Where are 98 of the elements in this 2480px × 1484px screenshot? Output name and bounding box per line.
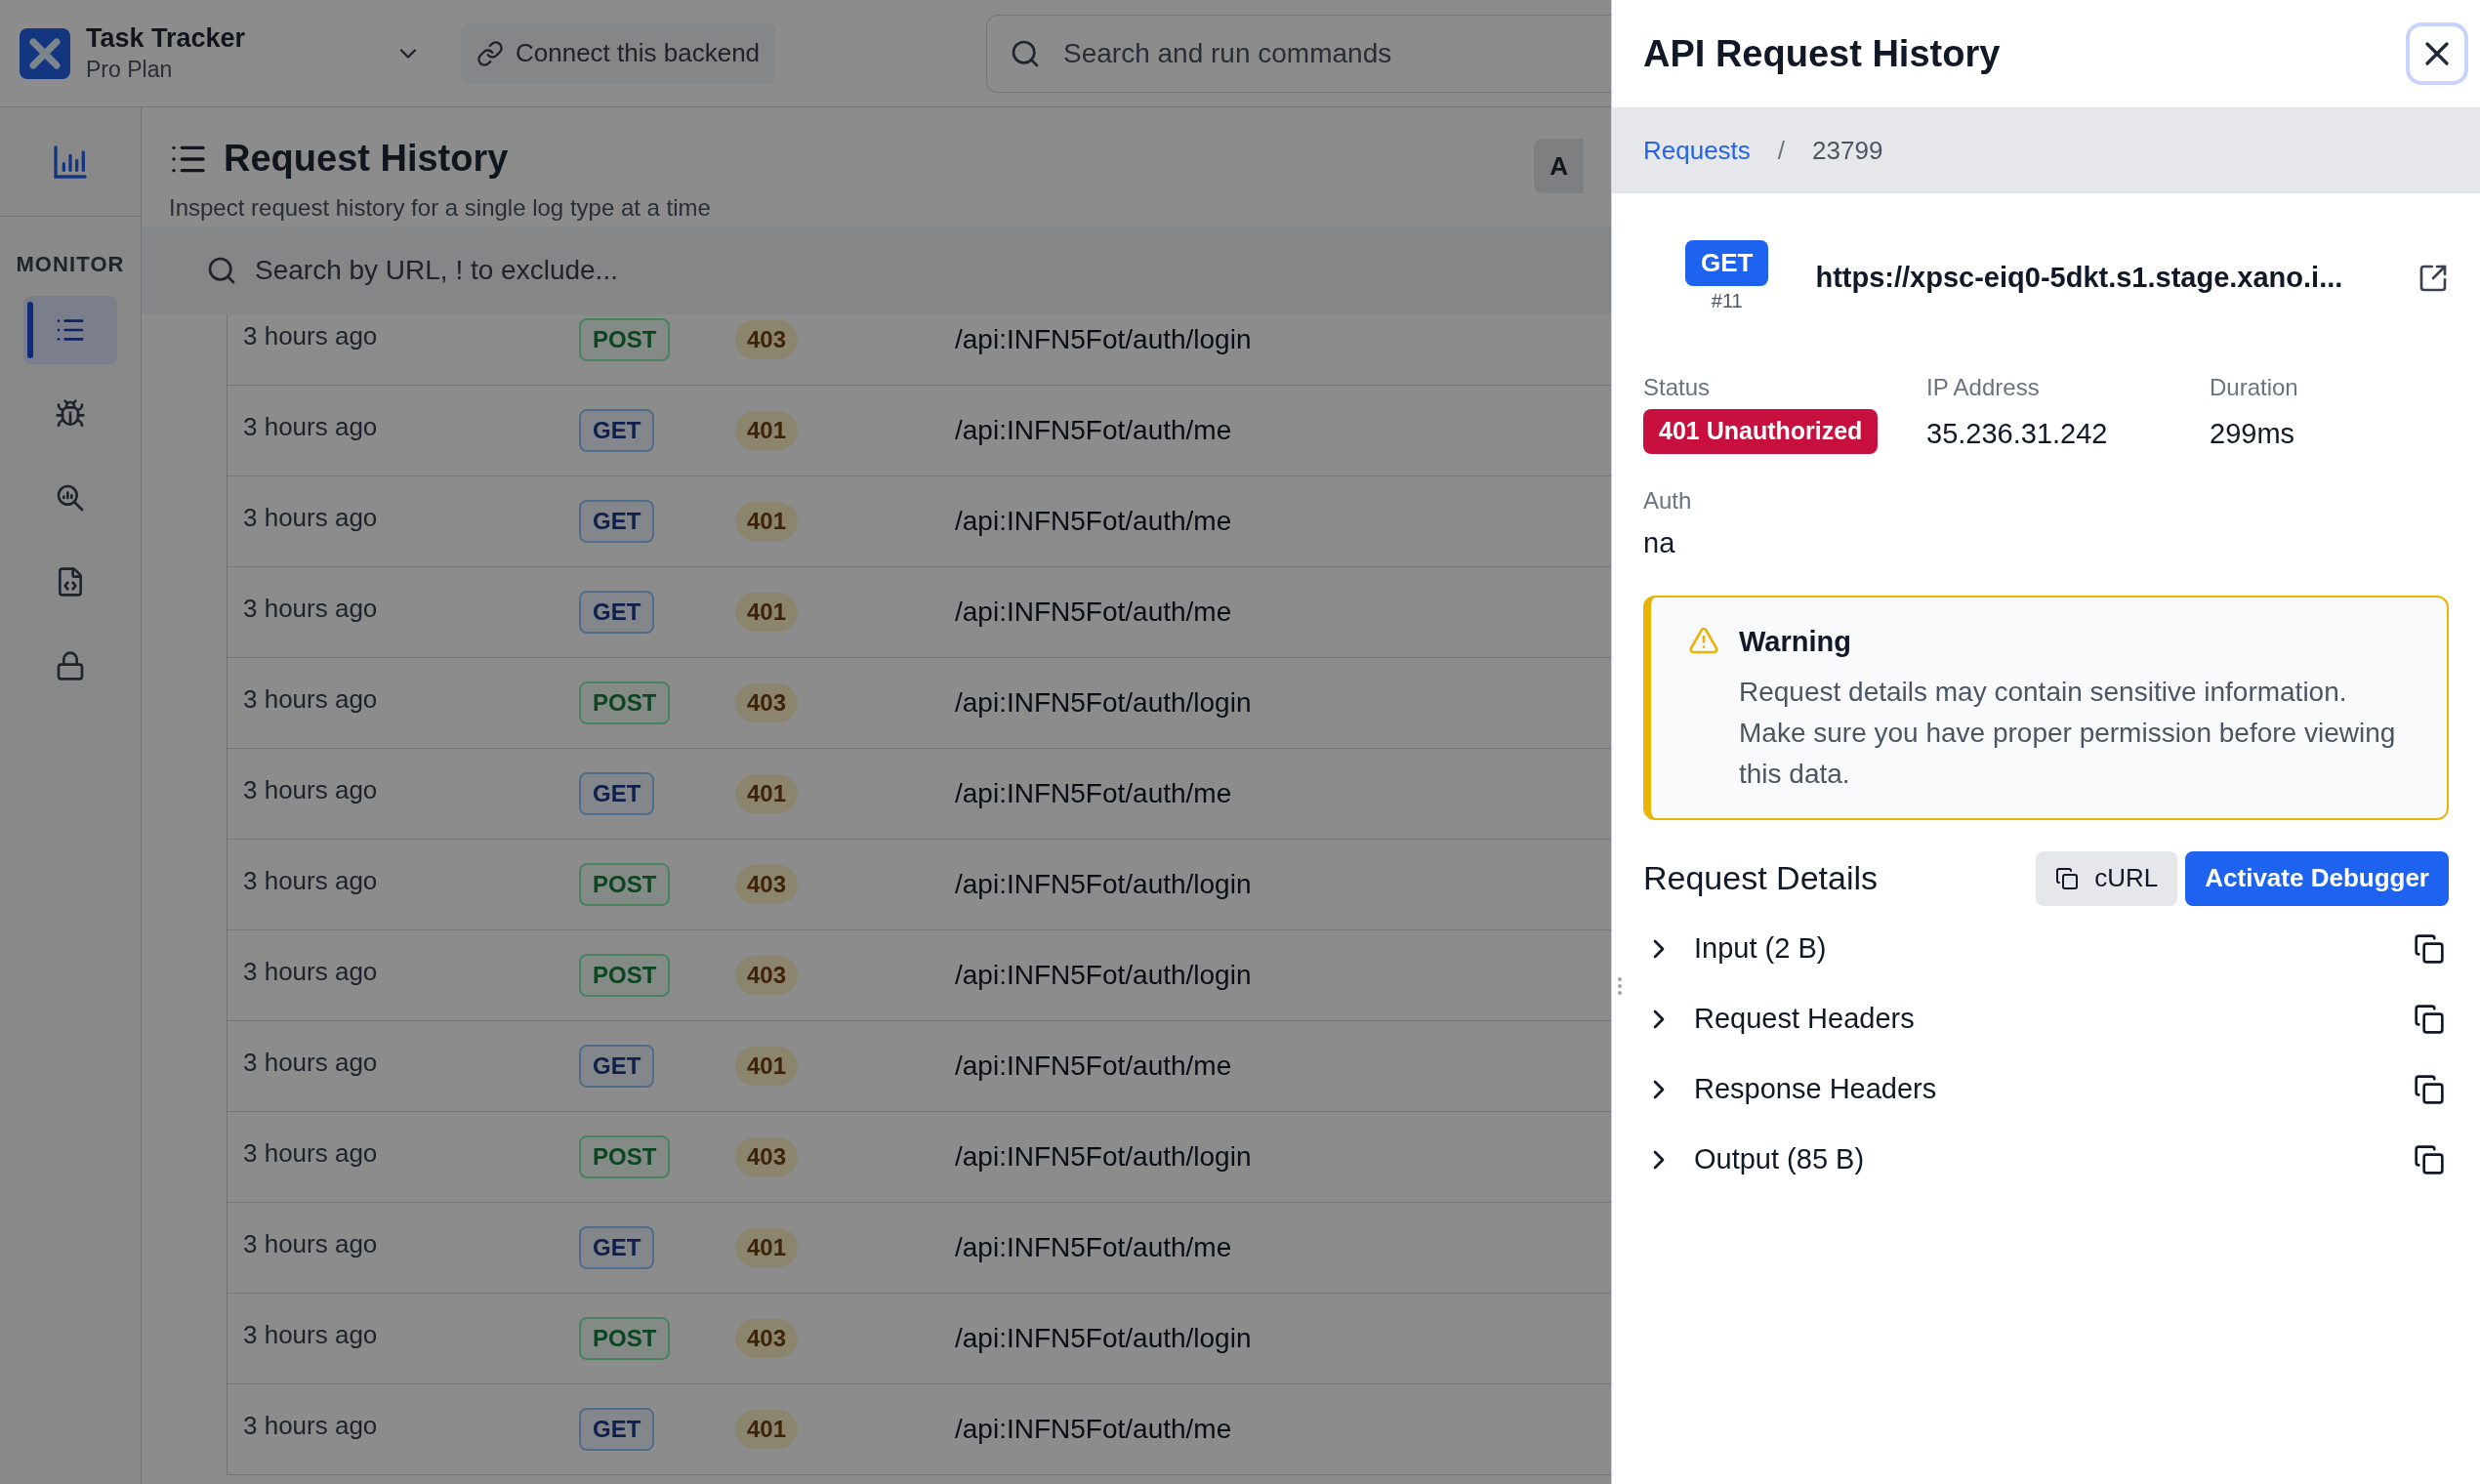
- panel-title: API Request History: [1643, 31, 2001, 76]
- status-code: 401: [735, 1047, 799, 1086]
- field-value: na: [1643, 525, 1676, 560]
- inspect-icon: [55, 482, 86, 514]
- path-cell-text: /api:INFN5Fot/auth/login: [955, 323, 1252, 356]
- search-icon: [206, 255, 237, 286]
- path-cell-text: /api:INFN5Fot/auth/me: [955, 777, 1232, 810]
- copy-icon[interactable]: [2414, 1073, 2445, 1105]
- app-name: Task Tracker: [86, 22, 247, 56]
- status-code: 401: [735, 1228, 799, 1267]
- path-cell-text: /api:INFN5Fot/auth/me: [955, 1231, 1232, 1264]
- page-title: Request History: [224, 137, 509, 181]
- time-cell-text: 3 hours ago: [242, 319, 379, 352]
- time-cell-text: 3 hours ago: [242, 592, 379, 625]
- time-cell-text: 3 hours ago: [242, 1227, 379, 1260]
- copy-icon[interactable]: [2414, 1143, 2445, 1175]
- request-number: #11: [1711, 289, 1743, 313]
- status-code: 403: [735, 320, 799, 359]
- section-toggle[interactable]: Response Headers: [1643, 1067, 1937, 1111]
- page-subtitle: Inspect request history for a single log type at a time: [169, 193, 712, 223]
- method-tag: POST: [579, 863, 671, 906]
- section-label: MONITOR: [16, 251, 125, 278]
- path-cell-text: /api:INFN5Fot/auth/me: [955, 1050, 1232, 1083]
- status-code: 401: [735, 1410, 799, 1449]
- time-cell-text: 3 hours ago: [242, 1136, 379, 1170]
- path-cell-text: /api:INFN5Fot/auth/me: [955, 1413, 1232, 1446]
- method-tag: GET: [579, 1045, 655, 1088]
- time-cell-text: 3 hours ago: [242, 682, 379, 716]
- breadcrumb-separator: /: [1777, 134, 1786, 167]
- warning-icon: [1688, 625, 1719, 656]
- path-cell-text: /api:INFN5Fot/auth/login: [955, 868, 1252, 901]
- method-tag: POST: [579, 1135, 671, 1178]
- method-tag: POST: [579, 1317, 671, 1360]
- warning-title: Warning: [1739, 625, 1852, 659]
- request-url: https://xpsc-eiq0-5dkt.s1.stage.xano.i...: [1815, 260, 2344, 295]
- field-label: Duration: [2210, 373, 2299, 402]
- sidebar-item[interactable]: [23, 296, 117, 364]
- status-code: 403: [735, 865, 799, 904]
- status-badge: 401 Unauthorized: [1643, 409, 1879, 454]
- status-code: 403: [735, 1319, 799, 1358]
- path-cell-text: /api:INFN5Fot/auth/me: [955, 596, 1232, 629]
- copy-icon[interactable]: [2414, 932, 2445, 965]
- app-logo-icon: [20, 27, 70, 79]
- section-title: Request Details: [1643, 858, 1879, 898]
- bug-icon: [55, 398, 86, 430]
- status-code: 401: [735, 774, 799, 813]
- command-search-field[interactable]: Search and run commands: [986, 14, 1611, 93]
- warning-text: Request details may contain sensitive information. Make sure you have proper permission before viewing this data.: [1739, 675, 2397, 791]
- field-label: IP Address: [1926, 373, 2041, 402]
- time-cell-text: 3 hours ago: [242, 955, 379, 988]
- activate-debugger-button[interactable]: Activate Debugger: [2185, 850, 2449, 906]
- connect-backend-button[interactable]: Connect this backend: [461, 22, 776, 84]
- path-cell-text: /api:INFN5Fot/auth/login: [955, 1322, 1252, 1355]
- method-tag: GET: [579, 591, 655, 634]
- section-toggle[interactable]: Output (85 B): [1643, 1137, 1865, 1181]
- section-toggle[interactable]: Request Headers: [1643, 997, 1915, 1041]
- method-tag: POST: [579, 318, 671, 361]
- time-cell-text: 3 hours ago: [242, 773, 379, 806]
- time-cell-text: 3 hours ago: [242, 1046, 379, 1079]
- field-label: Auth: [1643, 485, 1693, 515]
- url-search-field[interactable]: Search by URL, ! to exclude...: [142, 227, 1611, 314]
- time-cell-text: 3 hours ago: [242, 1318, 379, 1351]
- method-tag: GET: [579, 1408, 655, 1451]
- status-code: 403: [735, 956, 799, 995]
- status-code: 401: [735, 593, 799, 632]
- path-cell-text: /api:INFN5Fot/auth/login: [955, 959, 1252, 992]
- time-cell-text: 3 hours ago: [242, 501, 379, 534]
- field-value: 299ms: [2210, 417, 2296, 451]
- field-value: 35.236.31.242: [1926, 417, 2109, 451]
- method-tag: GET: [579, 772, 655, 815]
- plan-name: Pro Plan: [86, 56, 174, 84]
- method-tag: GET: [579, 500, 655, 543]
- path-cell-text: /api:INFN5Fot/auth/me: [955, 414, 1232, 447]
- status-code: 401: [735, 502, 799, 541]
- toolbar-button[interactable]: A: [1534, 139, 1584, 193]
- status-code: 403: [735, 1137, 799, 1176]
- field-label: Status: [1643, 373, 1712, 402]
- time-cell-text: 3 hours ago: [242, 1409, 379, 1442]
- copy-icon[interactable]: [2414, 1003, 2445, 1035]
- copy-icon: [2055, 866, 2080, 890]
- method-tag: GET: [579, 409, 655, 452]
- method-tag: GET: [579, 1226, 655, 1269]
- lock-icon: [55, 650, 86, 681]
- link-icon: [476, 39, 504, 67]
- path-cell-text: /api:INFN5Fot/auth/login: [955, 686, 1252, 720]
- time-cell-text: 3 hours ago: [242, 864, 379, 897]
- section-toggle[interactable]: Input (2 B): [1643, 927, 1827, 970]
- method-tag: POST: [579, 954, 671, 997]
- method-tag: POST: [579, 681, 671, 724]
- path-cell-text: /api:INFN5Fot/auth/login: [955, 1140, 1252, 1174]
- status-code: 401: [735, 411, 799, 450]
- breadcrumb-link[interactable]: Requests: [1643, 131, 1751, 170]
- method-tag: GET: [1685, 240, 1769, 286]
- time-cell-text: 3 hours ago: [242, 410, 379, 443]
- path-cell-text: /api:INFN5Fot/auth/me: [955, 505, 1232, 538]
- breadcrumb-current: 23799: [1812, 134, 1883, 167]
- curl-button[interactable]: cURL: [2036, 850, 2178, 906]
- status-code: 403: [735, 683, 799, 722]
